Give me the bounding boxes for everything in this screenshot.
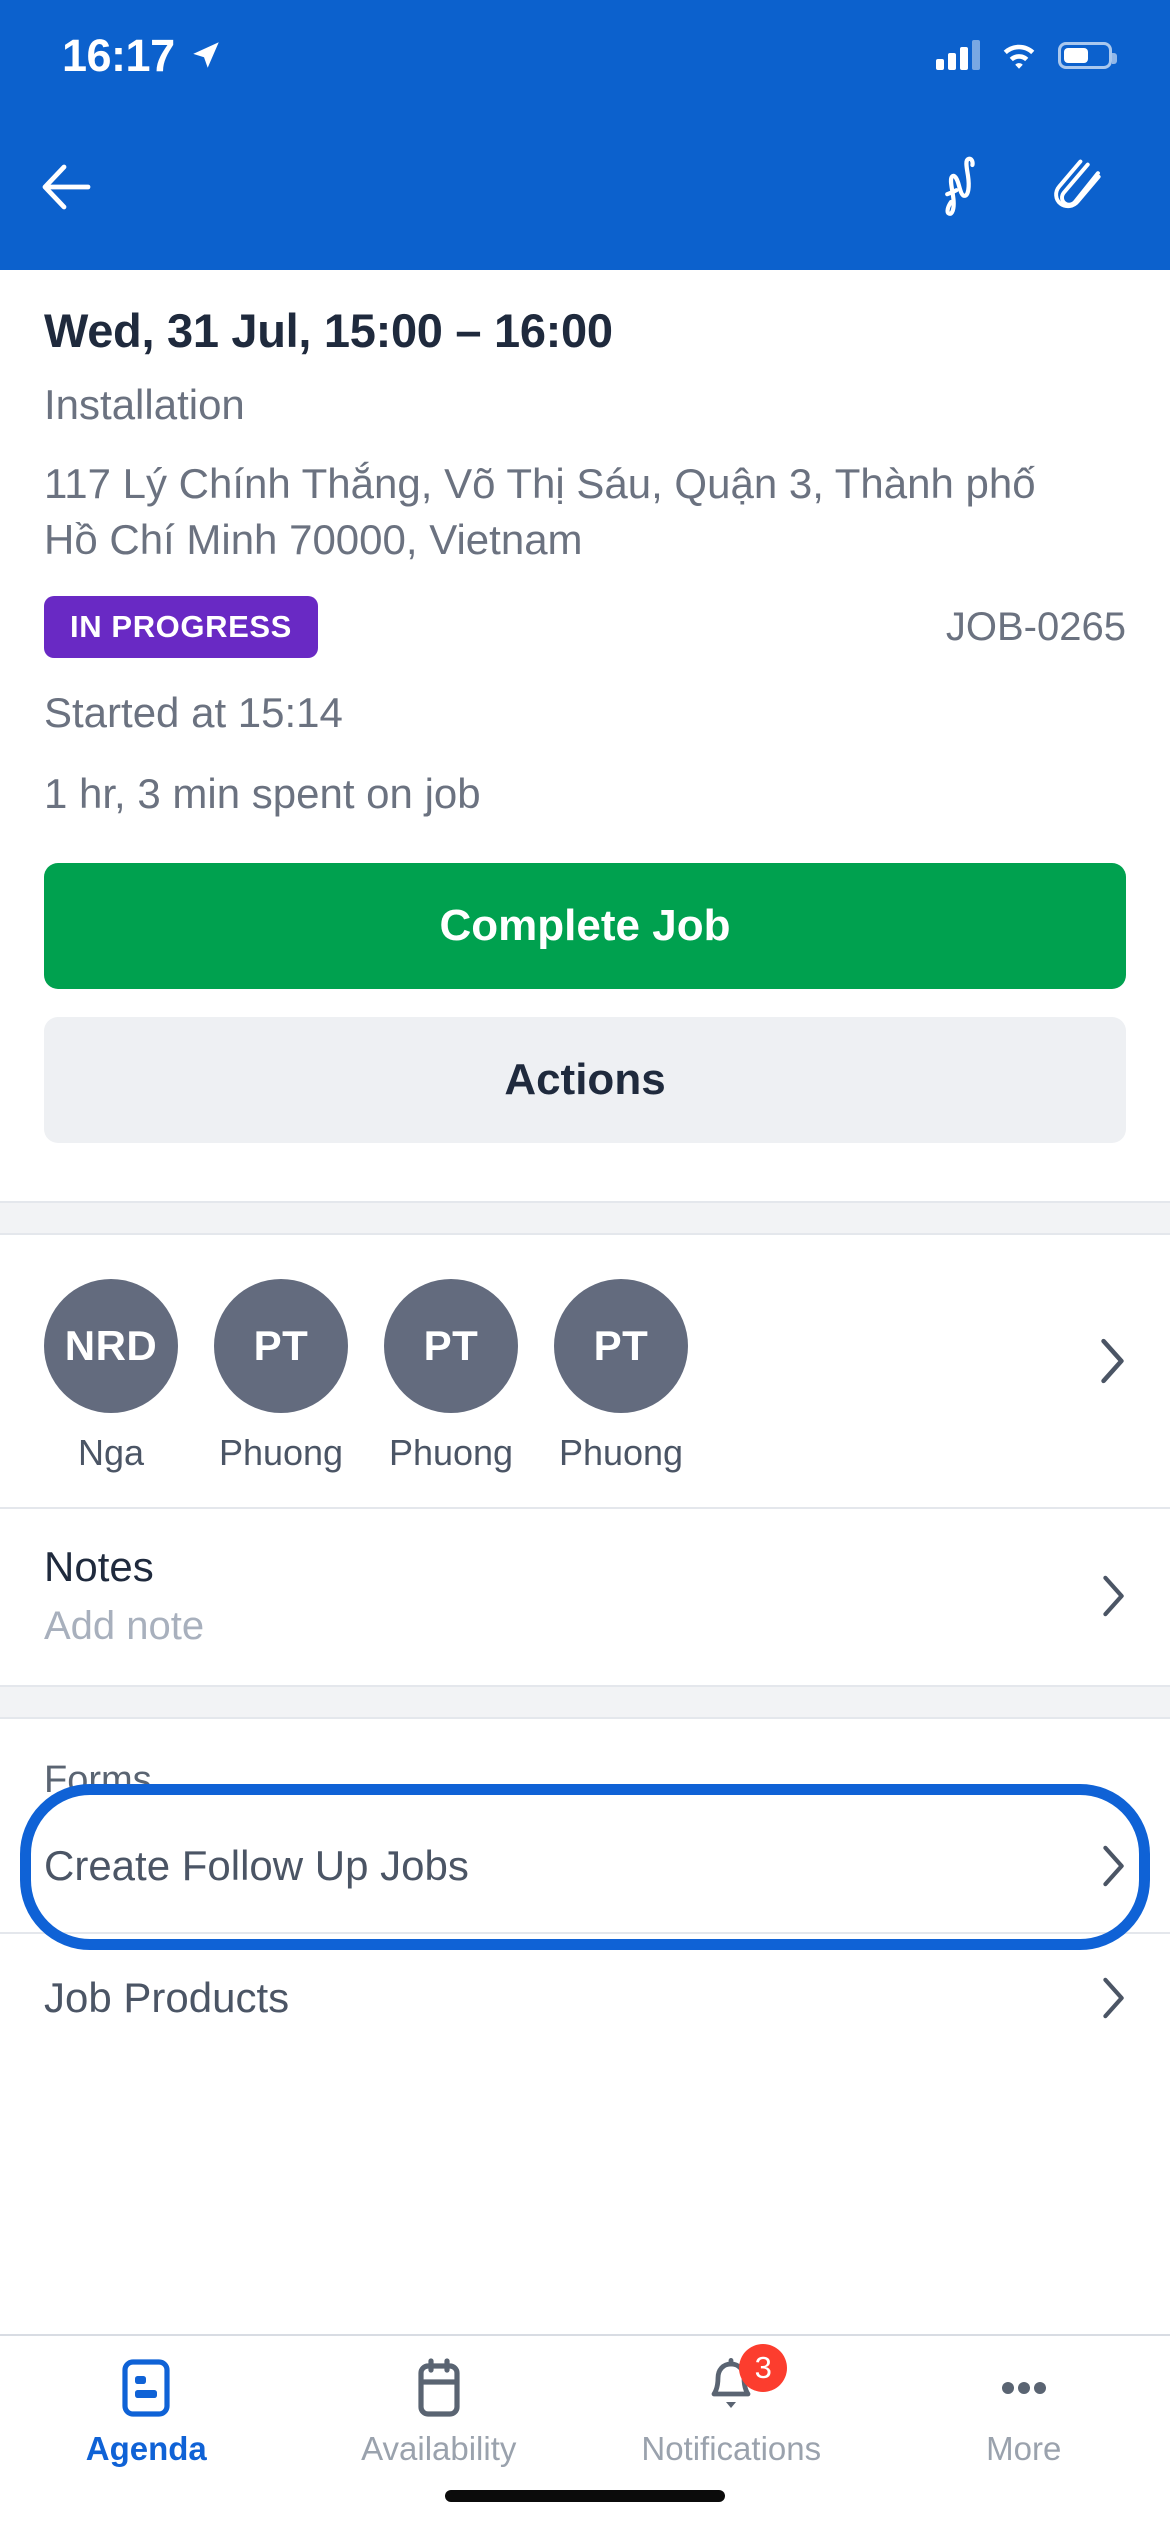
tab-availability[interactable]: Availability xyxy=(293,2358,586,2465)
create-follow-up-jobs-row[interactable]: Create Follow Up Jobs xyxy=(0,1801,1170,1932)
job-detail-content: Wed, 31 Jul, 15:00 – 16:00 Installation … xyxy=(0,270,1170,2334)
complete-job-button[interactable]: Complete Job xyxy=(44,862,1126,989)
chevron-right-icon xyxy=(1103,1575,1124,1616)
assignee-name: Phuong xyxy=(218,1431,344,1473)
job-time-range: Wed, 31 Jul, 15:00 – 16:00 xyxy=(44,304,613,357)
signature-button[interactable] xyxy=(934,151,1006,223)
notes-texts: Notes Add note xyxy=(44,1543,204,1649)
bell-icon: 3 xyxy=(705,2344,788,2418)
chevron-right-icon xyxy=(1103,1845,1124,1887)
assignee-name: Phuong xyxy=(558,1431,684,1473)
nav-bar xyxy=(0,104,1170,270)
job-status-row: IN PROGRESS JOB-0265 xyxy=(44,596,1126,659)
notes-placeholder: Add note xyxy=(44,1603,205,1648)
back-button[interactable] xyxy=(38,159,102,215)
job-time-spent: 1 hr, 3 min spent on job xyxy=(44,769,481,817)
job-head: Wed, 31 Jul, 15:00 – 16:00 Installation … xyxy=(0,270,1170,827)
forms-section-label: Forms xyxy=(0,1718,1170,1802)
job-started-at: Started at 15:14 xyxy=(44,689,343,737)
home-indicator xyxy=(445,2490,725,2502)
cellular-signal-icon xyxy=(936,40,980,70)
create-follow-up-jobs-label: Create Follow Up Jobs xyxy=(44,1841,469,1889)
chevron-right-icon xyxy=(1103,1977,1124,2019)
signature-icon xyxy=(945,156,975,216)
assignee-item[interactable]: PT Phuong xyxy=(214,1278,348,1473)
actions-button[interactable]: Actions xyxy=(44,1016,1126,1143)
battery-icon xyxy=(1058,41,1117,69)
job-number: JOB-0265 xyxy=(945,604,1126,649)
create-follow-up-jobs-wrapper: Create Follow Up Jobs xyxy=(0,1783,1170,1950)
assignee-item[interactable]: PT Phuong xyxy=(384,1278,518,1473)
job-type: Installation xyxy=(44,381,245,429)
avatar: NRD xyxy=(44,1278,178,1413)
agenda-icon xyxy=(119,2358,173,2418)
status-bar-right xyxy=(936,34,1117,70)
notifications-badge: 3 xyxy=(739,2344,788,2392)
avatar: PT xyxy=(214,1278,348,1413)
location-arrow-icon xyxy=(192,42,219,68)
paperclip-icon xyxy=(1054,159,1101,209)
assignee-name: Phuong xyxy=(388,1431,514,1473)
assignee-item[interactable]: PT Phuong xyxy=(554,1278,688,1473)
attachment-button[interactable] xyxy=(1052,152,1122,222)
job-address: 117 Lý Chính Thắng, Võ Thị Sáu, Quận 3, … xyxy=(44,460,1036,564)
tab-notifications-label: Notifications xyxy=(641,2430,822,2467)
tab-more-label: More xyxy=(986,2430,1062,2467)
tab-agenda[interactable]: Agenda xyxy=(0,2358,293,2465)
assignees-row[interactable]: NRD Nga PT Phuong PT Phuong PT Phuong xyxy=(0,1234,1170,1507)
avatar-list: NRD Nga PT Phuong PT Phuong PT Phuong xyxy=(44,1278,1100,1473)
notes-row[interactable]: Notes Add note xyxy=(0,1508,1170,1685)
notes-title: Notes xyxy=(44,1542,154,1590)
assignee-item[interactable]: NRD Nga xyxy=(44,1278,178,1473)
status-bar-left: 16:17 xyxy=(62,27,223,78)
assignee-name: Nga xyxy=(77,1431,145,1473)
status-bar: 16:17 xyxy=(0,0,1170,104)
avatar: PT xyxy=(554,1278,688,1413)
wifi-icon xyxy=(1003,44,1035,69)
job-actions: Complete Job Actions xyxy=(0,827,1170,1143)
section-separator xyxy=(0,1200,1170,1235)
status-time: 16:17 xyxy=(62,29,175,81)
ellipsis-icon xyxy=(996,2358,1052,2418)
section-separator xyxy=(0,1684,1170,1719)
job-products-label: Job Products xyxy=(44,1973,290,2021)
tab-agenda-label: Agenda xyxy=(85,2430,207,2467)
back-arrow-icon xyxy=(42,164,91,210)
avatar: PT xyxy=(384,1278,518,1413)
job-summary-card: Wed, 31 Jul, 15:00 – 16:00 Installation … xyxy=(0,270,1170,1201)
tab-availability-label: Availability xyxy=(361,2430,517,2467)
tab-more[interactable]: More xyxy=(878,2358,1170,2465)
tab-notifications[interactable]: 3 Notifications xyxy=(585,2344,878,2467)
bottom-tab-bar: Agenda Availability 3 Notifications More xyxy=(0,2334,1170,2532)
status-badge: IN PROGRESS xyxy=(44,596,318,659)
calendar-icon xyxy=(413,2358,465,2418)
nav-actions xyxy=(934,151,1122,223)
job-products-row[interactable]: Job Products xyxy=(0,1933,1170,2064)
chevron-right-icon xyxy=(1101,1338,1124,1383)
app-screen: 16:17 Wed, 31 Jul, 15:00 – 16:00 Install… xyxy=(0,0,1170,2532)
